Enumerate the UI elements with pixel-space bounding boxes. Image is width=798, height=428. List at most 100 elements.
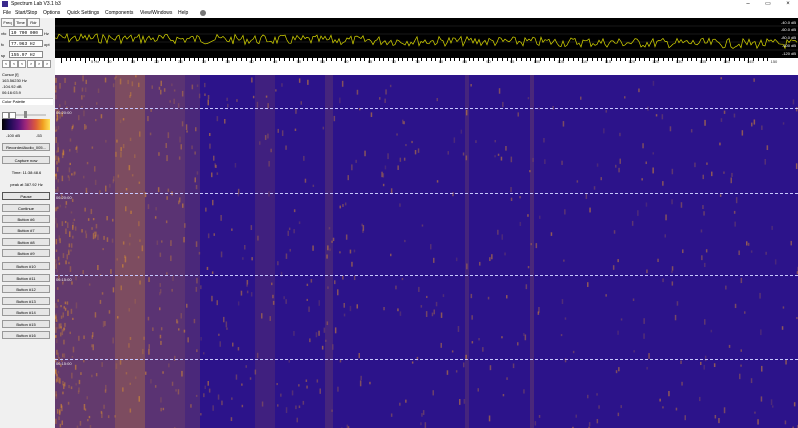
button-10[interactable]: Button #10 — [2, 262, 50, 270]
file-button[interactable]: RecordedAudio_005... — [2, 143, 50, 151]
menu-file[interactable]: File — [3, 10, 11, 16]
waterfall-speck — [134, 154, 136, 158]
fc-field[interactable]: 77.963 Hz — [9, 40, 43, 47]
menu-help[interactable]: Help — [178, 10, 188, 16]
spectrum-display[interactable]: -40.0 dB -60.0 dB -80.0 dB -100 dB -120 … — [55, 18, 798, 58]
waterfall-speck — [122, 241, 125, 245]
button-14[interactable]: Button #14 — [2, 308, 50, 316]
waterfall-speck — [251, 257, 253, 261]
waterfall-speck — [711, 171, 713, 177]
waterfall-speck — [122, 387, 124, 392]
waterfall-speck — [504, 252, 506, 256]
continue-button[interactable]: Continue — [2, 204, 50, 212]
button-13[interactable]: Button #13 — [2, 297, 50, 305]
waterfall-speck — [637, 210, 639, 216]
waterfall-speck — [178, 200, 180, 205]
help-icon[interactable] — [200, 10, 206, 16]
waterfall-speck — [96, 102, 98, 105]
waterfall-speck — [57, 370, 60, 374]
ruler-tick — [473, 58, 475, 61]
minimize-button[interactable]: – — [738, 0, 758, 9]
palette-btn-2[interactable] — [9, 112, 16, 119]
waterfall-speck — [532, 157, 534, 162]
button-16[interactable]: Button #16 — [2, 331, 50, 339]
waterfall-speck — [754, 411, 756, 414]
waterfall-speck — [285, 407, 288, 414]
waterfall-speck — [55, 155, 57, 161]
maximize-button[interactable]: ▭ — [758, 0, 778, 9]
waterfall-speck — [246, 280, 249, 285]
close-button[interactable]: × — [778, 0, 798, 9]
palette-slider-thumb[interactable] — [24, 111, 27, 118]
waterfall-speck — [465, 109, 468, 116]
waterfall-speck — [55, 129, 58, 132]
button-12[interactable]: Button #12 — [2, 285, 50, 293]
ruler-tick — [492, 58, 494, 61]
waterfall-speck — [138, 82, 140, 88]
pause-button[interactable]: Pause — [2, 192, 50, 200]
button-6[interactable]: Button #6 — [2, 215, 50, 223]
step-right-3[interactable]: > — [43, 60, 51, 68]
waterfall-speck — [342, 204, 344, 207]
waterfall-speck — [246, 284, 248, 287]
step-left-3[interactable]: < — [18, 60, 26, 68]
step-right-1[interactable]: > — [27, 60, 35, 68]
cursor-title: Cursor [f] — [2, 72, 19, 77]
menu-quick-settings[interactable]: Quick Settings — [67, 10, 99, 16]
waterfall-speck — [285, 299, 287, 304]
waterfall-speck — [186, 130, 188, 133]
waterfall-speck — [385, 89, 387, 95]
waterfall-speck — [79, 420, 82, 426]
menu-start-stop[interactable]: Start/Stop — [15, 10, 37, 16]
waterfall-speck — [316, 379, 319, 383]
waterfall-speck — [225, 321, 228, 328]
waterfall-speck — [182, 203, 184, 208]
waterfall-speck — [108, 310, 111, 314]
waterfall-speck — [305, 379, 308, 382]
waterfall-speck — [74, 364, 77, 370]
ruler-tick — [734, 58, 736, 61]
sp-field[interactable]: 155.97 Hz — [9, 51, 43, 58]
fc-opt[interactable]: opt — [44, 42, 50, 47]
tab-freq[interactable]: Freq — [1, 18, 14, 27]
waterfall-speck — [84, 207, 86, 212]
button-15[interactable]: Button #15 — [2, 320, 50, 328]
ruler-tick — [188, 58, 190, 61]
step-left-2[interactable]: < — [10, 60, 18, 68]
waterfall-speck — [83, 110, 85, 117]
step-left-1[interactable]: < — [2, 60, 10, 68]
tab-rdr[interactable]: Rdr — [27, 18, 40, 27]
waterfall-speck — [250, 292, 253, 297]
waterfall-speck — [61, 175, 64, 182]
button-7[interactable]: Button #7 — [2, 226, 50, 234]
waterfall-speck — [91, 374, 93, 378]
button-11[interactable]: Button #11 — [2, 274, 50, 282]
waterfall-speck — [432, 390, 434, 396]
waterfall-speck — [111, 238, 114, 243]
menu-view-windows[interactable]: View/Windows — [140, 10, 172, 16]
capture-now-button[interactable]: Capture now — [2, 156, 50, 164]
frequency-ruler[interactable]: 5 Hz 10 15 20 25 30 35 40 45 50 55 60 65 70 75 80 85 90 9… — [55, 58, 798, 75]
palette-title: Color Palette — [2, 99, 26, 104]
freq-tick-label: 90 — [486, 59, 491, 64]
step-right-2[interactable]: > — [35, 60, 43, 68]
ruler-tick — [662, 58, 664, 61]
button-9[interactable]: Button #9 — [2, 249, 50, 257]
waterfall-speck — [478, 338, 480, 341]
button-8[interactable]: Button #8 — [2, 238, 50, 246]
waterfall-speck — [588, 422, 591, 427]
waterfall-display[interactable]: 06:20:00 06:20:00 06:15:00 06:15:00 — [55, 75, 798, 428]
waterfall-speck — [272, 294, 274, 299]
menu-components[interactable]: Components — [105, 10, 133, 16]
ruler-tick — [435, 58, 437, 61]
waterfall-speck — [523, 333, 525, 336]
palette-btn-1[interactable] — [2, 112, 9, 119]
color-palette-gradient[interactable] — [2, 119, 50, 130]
palette-slider-track[interactable] — [16, 114, 46, 116]
waterfall-speck — [436, 180, 439, 183]
waterfall-speck — [97, 265, 99, 271]
waterfall-speck — [332, 237, 335, 242]
menu-options[interactable]: Options — [43, 10, 60, 16]
vfo-field[interactable]: 10 700 000 — [9, 29, 43, 36]
tab-time[interactable]: Time — [14, 18, 27, 27]
